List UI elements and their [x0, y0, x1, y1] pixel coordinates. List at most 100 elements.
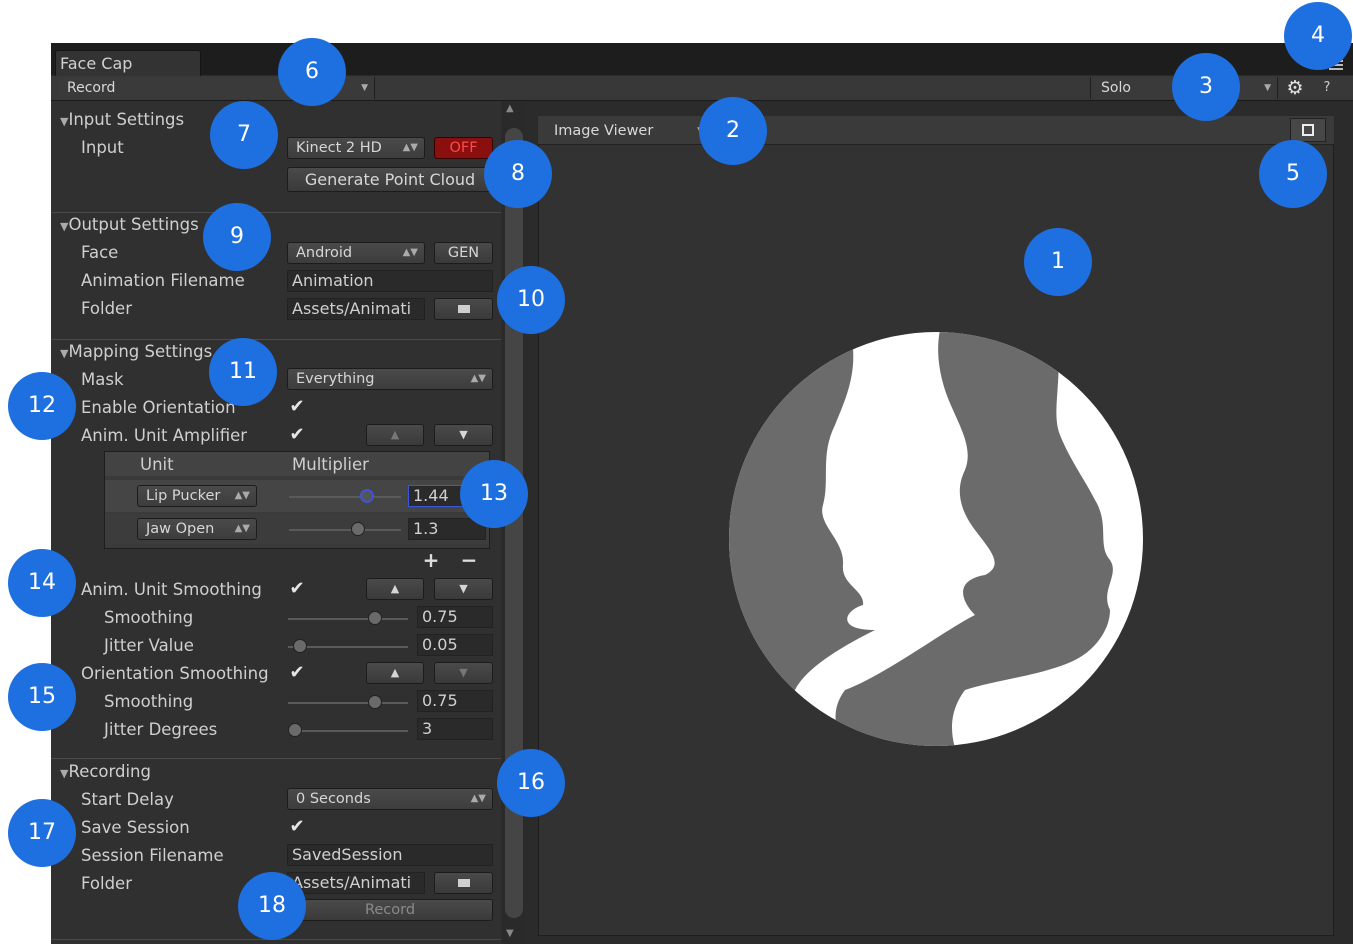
callout-badge: 14 [8, 549, 76, 617]
input-device-dropdown[interactable]: Kinect 2 HD ▲▼ [287, 137, 425, 159]
scroll-down-icon[interactable]: ▼ [506, 928, 514, 939]
orientation-up-button[interactable]: ▲ [366, 662, 424, 684]
start-delay-value: 0 Seconds [296, 791, 371, 807]
orientation-smoothing-slider-track [288, 702, 408, 704]
remove-row-button[interactable]: − [458, 550, 480, 570]
input-off-toggle[interactable]: OFF [434, 137, 493, 159]
output-folder-browse-button[interactable] [434, 298, 493, 320]
record-button[interactable]: Record [287, 899, 493, 921]
callout-badge: 15 [8, 663, 76, 731]
anim-unit-smoothing-checkbox[interactable]: ✔ [288, 580, 306, 598]
folder-icon [457, 305, 470, 313]
tab-face-cap[interactable]: Face Cap [55, 50, 201, 76]
orientation-smoothing-slider-handle[interactable] [367, 695, 382, 709]
updown-arrow-icon: ▲▼ [470, 373, 486, 384]
orientation-smoothing-sub-label: Smoothing [104, 692, 194, 711]
jitter-degrees-slider-track [288, 730, 408, 732]
amplifier-up-button[interactable]: ▲ [366, 424, 424, 446]
mask-dropdown[interactable]: Everything ▲▼ [287, 368, 493, 390]
orientation-down-button[interactable]: ▼ [434, 662, 493, 684]
gear-icon[interactable]: ⚙ [1284, 77, 1306, 99]
output-settings-title: Output Settings [68, 215, 199, 234]
callout-badge: 1 [1024, 228, 1092, 296]
multiplier-slider-handle[interactable] [350, 522, 365, 536]
smoothing-slider-handle[interactable] [367, 611, 382, 625]
callout-badge: 9 [203, 203, 271, 271]
smoothing-up-button[interactable]: ▲ [366, 578, 424, 600]
input-settings-title: Input Settings [68, 110, 185, 129]
save-session-checkbox[interactable]: ✔ [288, 818, 306, 836]
output-folder-label: Folder [81, 299, 132, 318]
add-row-button[interactable]: + [420, 550, 442, 570]
save-session-label: Save Session [81, 818, 190, 837]
output-settings-header[interactable]: ▼Output Settings [60, 215, 199, 234]
start-delay-dropdown[interactable]: 0 Seconds ▲▼ [287, 788, 493, 810]
mapping-settings-header[interactable]: ▼Mapping Settings [60, 342, 212, 361]
divider [51, 758, 501, 759]
multiplier-field[interactable]: 1.44 [408, 485, 463, 507]
tab-bar [51, 43, 1353, 75]
amplifier-down-button[interactable]: ▼ [434, 424, 493, 446]
amplifier-checkbox[interactable]: ✔ [288, 426, 306, 444]
unit-dropdown[interactable]: Jaw Open ▲▼ [137, 518, 257, 540]
face-profile-logo [729, 332, 1143, 746]
smoothing-field[interactable]: 0.75 [417, 606, 493, 628]
unit-value: Lip Pucker [146, 488, 221, 504]
multiplier-column-header: Multiplier [292, 455, 369, 474]
input-settings-header[interactable]: ▼Input Settings [60, 110, 184, 129]
callout-badge: 8 [484, 140, 552, 208]
chevron-down-icon: ▼ [1264, 83, 1271, 93]
multiplier-slider-handle[interactable] [359, 489, 374, 503]
jitter-value-label: Jitter Value [104, 636, 194, 655]
jitter-value-field[interactable]: 0.05 [417, 634, 493, 656]
unit-value: Jaw Open [146, 521, 215, 537]
scroll-up-icon[interactable]: ▲ [506, 103, 514, 114]
input-label: Input [81, 138, 124, 157]
animation-filename-label: Animation Filename [81, 271, 245, 290]
jitter-degrees-slider-handle[interactable] [288, 723, 302, 737]
image-viewer-dropdown[interactable]: Image Viewer ▼ [546, 118, 710, 144]
session-filename-label: Session Filename [81, 846, 224, 865]
smoothing-down-button[interactable]: ▼ [434, 578, 493, 600]
output-folder-field[interactable]: Assets/Animati [287, 298, 425, 320]
animation-filename-field[interactable]: Animation [287, 270, 493, 292]
face-label: Face [81, 243, 119, 262]
callout-badge: 2 [699, 97, 767, 165]
recording-folder-browse-button[interactable] [434, 872, 493, 894]
generate-point-cloud-button[interactable]: Generate Point Cloud [287, 167, 493, 192]
orientation-smoothing-field[interactable]: 0.75 [417, 690, 493, 712]
jitter-degrees-label: Jitter Degrees [104, 720, 218, 739]
orientation-smoothing-label: Orientation Smoothing [81, 664, 269, 683]
divider [51, 339, 501, 340]
smoothing-slider-track [288, 618, 408, 620]
mapping-settings-title: Mapping Settings [68, 342, 213, 361]
jitter-degrees-field[interactable]: 3 [417, 718, 493, 740]
chevron-down-icon: ▼ [361, 83, 368, 93]
recording-header[interactable]: ▼Recording [60, 762, 151, 781]
callout-badge: 13 [460, 460, 528, 528]
callout-badge: 11 [209, 338, 277, 406]
anim-unit-smoothing-label: Anim. Unit Smoothing [81, 580, 262, 599]
enable-orientation-checkbox[interactable]: ✔ [288, 398, 306, 416]
mask-value: Everything [296, 371, 375, 387]
help-button[interactable]: ? [1318, 77, 1336, 99]
callout-badge: 17 [8, 799, 76, 867]
session-filename-field[interactable]: SavedSession [287, 844, 493, 866]
recording-folder-field[interactable]: Assets/Animati [287, 872, 425, 894]
gen-button[interactable]: GEN [434, 242, 493, 264]
orientation-smoothing-checkbox[interactable]: ✔ [288, 664, 306, 682]
divider [51, 212, 501, 213]
callout-badge: 16 [497, 749, 565, 817]
updown-arrow-icon: ▲▼ [470, 793, 486, 804]
callout-badge: 12 [8, 372, 76, 440]
folder-icon [457, 879, 470, 887]
solo-dropdown-label: Solo [1101, 80, 1131, 96]
updown-arrow-icon: ▲▼ [234, 523, 250, 534]
image-viewer-title: Image Viewer [554, 123, 654, 139]
callout-badge: 10 [497, 266, 565, 334]
face-platform-dropdown[interactable]: Android ▲▼ [287, 242, 425, 264]
maximize-icon[interactable] [1290, 118, 1326, 142]
multiplier-slider-track [289, 529, 401, 531]
enable-orientation-label: Enable Orientation [81, 398, 236, 417]
unit-dropdown[interactable]: Lip Pucker ▲▼ [137, 485, 257, 507]
